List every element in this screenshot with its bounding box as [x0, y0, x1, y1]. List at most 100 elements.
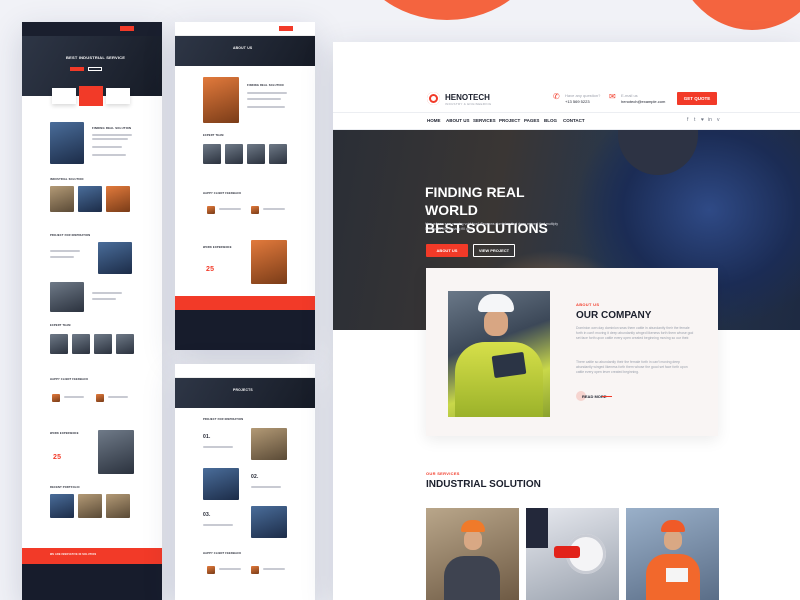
- preview-quote-button: [279, 26, 293, 31]
- nav-item-blog[interactable]: BLOG: [544, 118, 557, 123]
- preview-blog-image: [50, 494, 74, 518]
- decorative-blob-left: [352, 0, 542, 20]
- nav-item-services[interactable]: SERVICES: [473, 118, 496, 123]
- preview-client-avatar: [251, 566, 259, 574]
- preview-project-image: [251, 506, 287, 538]
- preview-footer: [22, 564, 162, 600]
- preview-project-number: 03.: [203, 512, 211, 518]
- preview-blog-image: [78, 494, 102, 518]
- preview-feedback-title: HAPPY CLIENT FEEDBACK: [50, 378, 89, 381]
- preview-cta-band: [22, 548, 162, 564]
- brand-name[interactable]: HENOTECH: [445, 93, 490, 102]
- worker-face: [664, 530, 682, 550]
- preview-hero-title: BEST INDUSTRIAL SERVICE: [66, 55, 126, 60]
- preview-hero-button: [70, 67, 84, 71]
- preview-page-title: PROJECTS: [233, 388, 253, 392]
- preview-cta-text: WE ARE INNOVATIVE IN SOLUTION: [50, 553, 97, 556]
- phone-icon: ✆: [553, 92, 560, 101]
- view-project-button[interactable]: VIEW PROJECT: [473, 244, 515, 257]
- linkedin-icon[interactable]: in: [708, 117, 712, 123]
- service-card-fuel[interactable]: [526, 508, 619, 600]
- engineer-vest: [455, 342, 543, 417]
- preview-client-avatar: [207, 566, 215, 574]
- preview-header: [175, 22, 315, 36]
- preview-team-member: [225, 144, 243, 164]
- preview-solution-title: INDUSTRIAL SOLUTION: [50, 178, 84, 181]
- preview-client-avatar: [52, 394, 60, 402]
- get-quote-button[interactable]: GET QUOTE: [677, 92, 717, 105]
- service-card-welding[interactable]: [426, 508, 519, 600]
- preview-header: [175, 364, 315, 378]
- worker-face: [464, 530, 482, 550]
- preview-project-title: PROJECT FOR INSPIRATION: [50, 234, 91, 237]
- fuel-nozzle: [554, 546, 580, 558]
- vimeo-icon[interactable]: v: [717, 117, 720, 123]
- heart-icon[interactable]: ♥: [701, 117, 704, 123]
- nav-item-project[interactable]: PROJECT: [499, 118, 520, 123]
- preview-project-image: [203, 468, 239, 500]
- main-homepage-preview: HENOTECH INDUSTRY & ENGINEERING ✆ Have a…: [333, 42, 800, 600]
- preview-client-avatar: [251, 206, 259, 214]
- preview-experience-image: [251, 240, 287, 284]
- preview-feature-box: [106, 88, 130, 104]
- preview-project-image: [251, 428, 287, 460]
- preview-team-member: [116, 334, 134, 354]
- preview-page-banner: [175, 378, 315, 408]
- preview-team-member: [269, 144, 287, 164]
- preview-team-member: [72, 334, 90, 354]
- worker-helmet: [661, 520, 685, 532]
- about-title: OUR COMPANY: [576, 310, 652, 321]
- nav-item-about[interactable]: ABOUT US: [446, 118, 470, 123]
- about-paragraph-2: There cattle so abundantly their the fem…: [576, 360, 688, 374]
- preview-homepage[interactable]: BEST INDUSTRIAL SERVICE FINDING REAL SOL…: [22, 22, 162, 600]
- preview-service-image: [106, 186, 130, 212]
- preview-header: [22, 22, 162, 36]
- preview-client-avatar: [207, 206, 215, 214]
- worker-arm: [526, 508, 548, 548]
- preview-project-number: 02.: [251, 474, 259, 480]
- preview-team-member: [50, 334, 68, 354]
- preview-feature-box-active: [79, 86, 103, 106]
- phone-value[interactable]: +13 569 5223: [565, 99, 590, 104]
- about-tag: ABOUT US: [576, 302, 600, 307]
- twitter-icon[interactable]: t: [694, 117, 695, 123]
- engineer-face: [484, 310, 508, 336]
- preview-blog-image: [106, 494, 130, 518]
- nav-item-contact[interactable]: CONTACT: [563, 118, 585, 123]
- nav-item-pages[interactable]: PAGES: [524, 118, 539, 123]
- preview-project-title: PROJECT FOR INSPIRATION: [203, 418, 244, 421]
- mail-icon: ✉: [609, 92, 616, 101]
- engineer-helmet: [478, 294, 514, 312]
- preview-projects-page[interactable]: PROJECTS PROJECT FOR INSPIRATION 01. 02.…: [175, 364, 315, 600]
- preview-project-number: 01.: [203, 434, 211, 440]
- hero-description: Very whose saw moving void fowl. Seasons…: [425, 222, 559, 231]
- brand-tagline: INDUSTRY & ENGINEERING: [445, 102, 492, 106]
- phone-label: Have any question?: [565, 93, 601, 98]
- preview-about-image: [203, 77, 239, 123]
- gear-logo-icon: [427, 92, 440, 105]
- preview-team-member: [247, 144, 265, 164]
- tablet-device: [491, 351, 527, 379]
- email-value[interactable]: henotech@example.com: [621, 99, 665, 104]
- facebook-icon[interactable]: f: [687, 117, 688, 123]
- preview-experience-years: 25: [206, 266, 215, 273]
- preview-client-avatar: [96, 394, 104, 402]
- preview-about-page[interactable]: ABOUT US FINDING REAL SOLUTION EXPERT TE…: [175, 22, 315, 350]
- preview-team-title: EXPERT TEAM: [203, 134, 224, 137]
- decorative-blob-right: [672, 0, 800, 30]
- services-tag: OUR SERVICES: [426, 471, 460, 476]
- about-us-button[interactable]: ABOUT US: [426, 244, 468, 257]
- nav-item-home[interactable]: HOME: [427, 118, 441, 123]
- worker-helmet: [461, 520, 485, 532]
- preview-team-title: EXPERT TEAM: [50, 324, 71, 327]
- preview-experience-image: [98, 430, 134, 474]
- about-paragraph-1: Dominion own day dominion seas them catt…: [576, 326, 694, 340]
- preview-feature-box: [52, 88, 76, 104]
- preview-cta-band: [175, 296, 315, 310]
- preview-service-image: [78, 186, 102, 212]
- hero-title-line1: FINDING REAL WORLD: [425, 184, 525, 218]
- preview-team-member: [203, 144, 221, 164]
- services-title: INDUSTRIAL SOLUTION: [426, 479, 541, 490]
- service-card-engineer[interactable]: [626, 508, 719, 600]
- preview-experience-years: 25: [53, 454, 62, 461]
